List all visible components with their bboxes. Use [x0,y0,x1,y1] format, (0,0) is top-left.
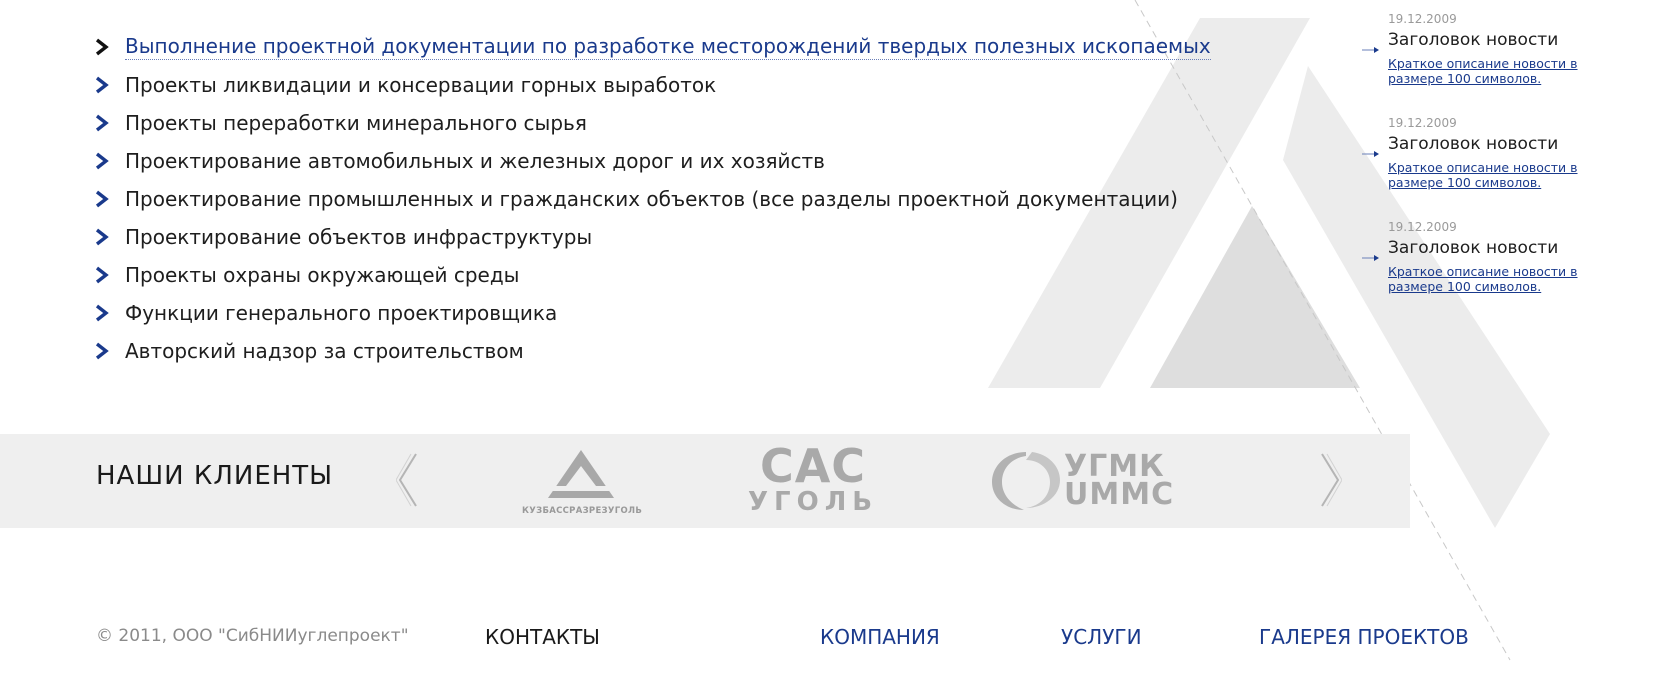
services-list: Выполнение проектной документации по раз… [95,28,1211,370]
service-label: Выполнение проектной документации по раз… [125,34,1211,60]
chevron-right-icon [95,341,125,361]
chevron-right-icon [95,75,125,95]
news-item: 19.12.2009 Заголовок новости Краткое опи… [1362,220,1648,324]
service-label: Проекты переработки минерального сырья [125,111,587,135]
service-item-mining-docs[interactable]: Выполнение проектной документации по раз… [95,28,1211,66]
client-logo-text: САС [759,439,867,493]
client-logo-kuzbassrazrezugol[interactable]: КУЗБАССРАЗРЕЗУГОЛЬ [522,448,643,520]
chevron-right-icon [95,303,125,323]
clients-heading: НАШИ КЛИЕНТЫ [96,461,334,491]
news-title[interactable]: Заголовок новости [1388,134,1648,154]
service-item-general-designer[interactable]: Функции генерального проектировщика [95,294,1211,332]
news-title[interactable]: Заголовок новости [1388,238,1648,258]
arrow-bullet-icon [1362,39,1380,58]
client-logo-subtext: УГОЛЬ [748,487,879,517]
news-date: 19.12.2009 [1388,220,1457,234]
footer-link-company[interactable]: КОМПАНИЯ [820,625,940,649]
news-date: 19.12.2009 [1388,116,1457,130]
client-logo-sas-ugol[interactable]: САС УГОЛЬ [748,439,879,520]
news-description-link[interactable]: Краткое описание новости в размере 100 с… [1388,264,1578,294]
arrow-bullet-icon [1362,143,1380,162]
service-item-liquidation[interactable]: Проекты ликвидации и консервации горных … [95,66,1211,104]
news-description-link[interactable]: Краткое описание новости в размере 100 с… [1388,160,1578,190]
footer-copyright: © 2011, ООО "СибНИИуглепроект" [96,626,409,646]
client-logo-ugmk[interactable]: УГМК UMMC [988,446,1208,516]
news-item: 19.12.2009 Заголовок новости Краткое опи… [1362,12,1648,116]
service-item-roads[interactable]: Проектирование автомобильных и железных … [95,142,1211,180]
service-label: Проекты охраны окружающей среды [125,263,520,287]
chevron-right-icon [95,227,125,247]
client-logo-subtext: UMMC [1064,477,1175,512]
service-item-processing[interactable]: Проекты переработки минерального сырья [95,104,1211,142]
service-label: Авторский надзор за строительством [125,339,524,363]
service-label: Проекты ликвидации и консервации горных … [125,73,717,97]
service-label: Проектирование объектов инфраструктуры [125,225,593,249]
service-label: Проектирование автомобильных и железных … [125,149,825,173]
service-label: Функции генерального проектировщика [125,301,558,325]
chevron-right-icon [95,151,125,171]
service-item-industrial[interactable]: Проектирование промышленных и граждански… [95,180,1211,218]
chevron-right-icon [95,265,125,285]
footer-link-gallery[interactable]: ГАЛЕРЕЯ ПРОЕКТОВ [1259,625,1469,649]
footer-link-contacts[interactable]: КОНТАКТЫ [485,625,600,649]
news-title[interactable]: Заголовок новости [1388,30,1648,50]
chevron-right-icon [95,189,125,209]
service-label: Проектирование промышленных и граждански… [125,187,1178,211]
news-date: 19.12.2009 [1388,12,1457,26]
carousel-prev-arrow[interactable] [395,452,420,512]
arrow-bullet-icon [1362,247,1380,266]
service-item-infrastructure[interactable]: Проектирование объектов инфраструктуры [95,218,1211,256]
news-item: 19.12.2009 Заголовок новости Краткое опи… [1362,116,1648,220]
service-item-supervision[interactable]: Авторский надзор за строительством [95,332,1211,370]
client-logo-text: КУЗБАССРАЗРЕЗУГОЛЬ [522,506,643,516]
chevron-right-icon [95,113,125,133]
carousel-next-arrow[interactable] [1318,452,1343,512]
news-sidebar: 19.12.2009 Заголовок новости Краткое опи… [1362,12,1648,324]
service-item-environment[interactable]: Проекты охраны окружающей среды [95,256,1211,294]
footer-link-services[interactable]: УСЛУГИ [1061,625,1142,649]
chevron-right-icon [95,37,125,57]
news-description-link[interactable]: Краткое описание новости в размере 100 с… [1388,56,1578,86]
